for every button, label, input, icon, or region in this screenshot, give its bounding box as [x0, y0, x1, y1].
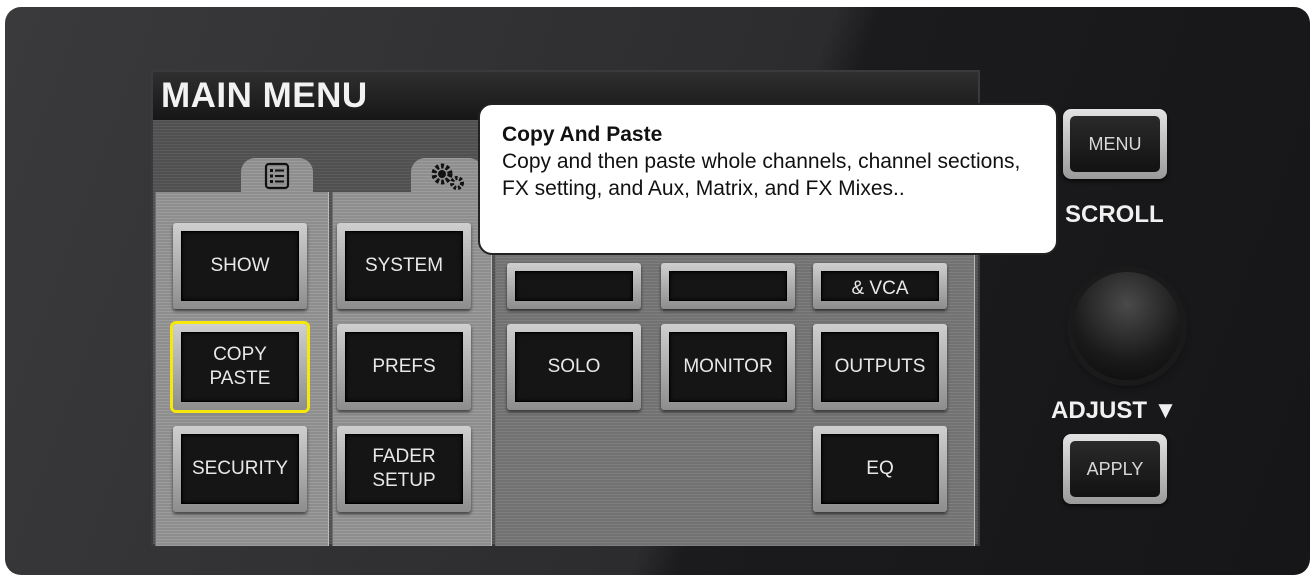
system-label: SYSTEM [345, 231, 463, 301]
hidden-button-1-face [515, 271, 633, 301]
gears-icon [428, 161, 466, 196]
monitor-label: MONITOR [669, 332, 787, 402]
monitor-button[interactable]: MONITOR [661, 324, 795, 410]
tooltip-title: Copy And Paste [502, 123, 663, 146]
system-button[interactable]: SYSTEM [337, 223, 471, 309]
eq-label: EQ [821, 434, 939, 504]
adjust-knob[interactable] [1073, 272, 1181, 380]
show-button[interactable]: SHOW [173, 223, 307, 309]
security-button[interactable]: SECURITY [173, 426, 307, 512]
show-label: SHOW [181, 231, 299, 301]
menu-hardware-button[interactable]: MENU [1063, 109, 1167, 179]
eq-button[interactable]: EQ [813, 426, 947, 512]
tab-gears[interactable] [411, 158, 483, 198]
tooltip: Copy And Paste Copy and then paste whole… [478, 103, 1058, 255]
scroll-label: SCROLL [1065, 201, 1164, 228]
prefs-button[interactable]: PREFS [337, 324, 471, 410]
apply-hardware-button[interactable]: APPLY [1063, 434, 1167, 504]
menu-button-label: MENU [1070, 116, 1160, 172]
prefs-label: PREFS [345, 332, 463, 402]
tab-list[interactable] [241, 158, 313, 198]
tooltip-body: Copy and then paste whole channels, chan… [502, 150, 1021, 200]
console-panel: MAIN MENU SHOW SYSTEM & VCA COPY PASTE P… [5, 7, 1310, 575]
vca-button[interactable]: & VCA [813, 263, 947, 309]
list-icon [262, 162, 292, 195]
copy-paste-button[interactable]: COPY PASTE [173, 324, 307, 410]
fader-setup-label: FADER SETUP [345, 434, 463, 504]
solo-label: SOLO [515, 332, 633, 402]
solo-button[interactable]: SOLO [507, 324, 641, 410]
apply-button-label: APPLY [1070, 441, 1160, 497]
hidden-button-1[interactable] [507, 263, 641, 309]
copy-paste-label: COPY PASTE [181, 332, 299, 402]
vca-label: & VCA [821, 271, 939, 301]
adjust-label: ADJUST ▼ [1051, 397, 1178, 424]
hidden-button-2-face [669, 271, 787, 301]
outputs-button[interactable]: OUTPUTS [813, 324, 947, 410]
hidden-button-2[interactable] [661, 263, 795, 309]
fader-setup-button[interactable]: FADER SETUP [337, 426, 471, 512]
outputs-label: OUTPUTS [821, 332, 939, 402]
security-label: SECURITY [181, 434, 299, 504]
page-title: MAIN MENU [161, 76, 368, 115]
